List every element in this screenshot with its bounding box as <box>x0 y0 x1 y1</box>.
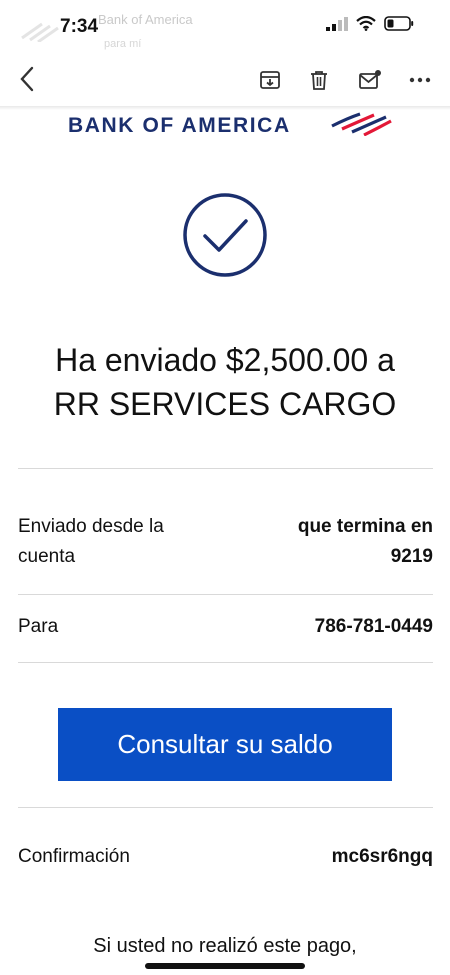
confirmation-label: Confirmación <box>18 846 130 867</box>
from-account-value: que termina en 9219 <box>297 516 433 567</box>
battery-icon <box>384 16 414 31</box>
divider <box>18 662 433 663</box>
sender-name: Bank of America <box>98 12 193 27</box>
back-icon <box>20 66 34 92</box>
brand-header: BANK OF AMERICA <box>0 110 450 140</box>
delete-button[interactable] <box>305 66 333 94</box>
footer-text: Si usted no realizó este pago, <box>93 935 357 957</box>
divider <box>18 807 433 808</box>
divider <box>18 594 433 595</box>
headline-amount: Ha enviado $2,500.00 a <box>55 342 395 378</box>
home-indicator[interactable] <box>145 963 305 969</box>
status-bar: Bank of America para mí 7:34 <box>0 0 450 50</box>
email-screen: Bank of America para mí 7:34 BANK OF AME… <box>0 0 450 975</box>
archive-button[interactable] <box>256 66 284 94</box>
headline-recipient: RR SERVICES CARGO <box>53 386 397 422</box>
wifi-icon <box>356 16 376 31</box>
signal-icon <box>326 16 348 31</box>
status-icons <box>326 16 414 31</box>
mark-unread-button[interactable] <box>356 66 384 94</box>
more-options-button[interactable] <box>406 66 434 94</box>
bofa-logo-icon <box>21 22 59 42</box>
payment-headline: Ha enviado $2,500.00 a RR SERVICES CARGO <box>12 338 438 426</box>
brand-name: BANK OF AMERICA <box>68 114 291 137</box>
more-icon <box>409 77 431 83</box>
status-time: 7:34 <box>60 16 99 37</box>
success-check-icon <box>183 193 267 277</box>
back-button[interactable] <box>12 62 42 96</box>
recipient-label: para mí <box>104 38 142 50</box>
check-balance-button[interactable]: Consultar su saldo <box>58 708 392 781</box>
mark-unread-icon <box>359 70 381 89</box>
bofa-flag-logo-icon <box>331 112 392 136</box>
recipient-label: Para <box>18 616 59 637</box>
email-toolbar <box>0 58 450 104</box>
from-account-label: Enviado desde la cuenta <box>18 516 164 567</box>
divider <box>18 468 433 469</box>
trash-icon <box>311 71 327 90</box>
confirmation-code: mc6sr6ngq <box>331 846 433 867</box>
recipient-phone: 786-781-0449 <box>314 616 433 637</box>
archive-icon <box>260 71 280 89</box>
